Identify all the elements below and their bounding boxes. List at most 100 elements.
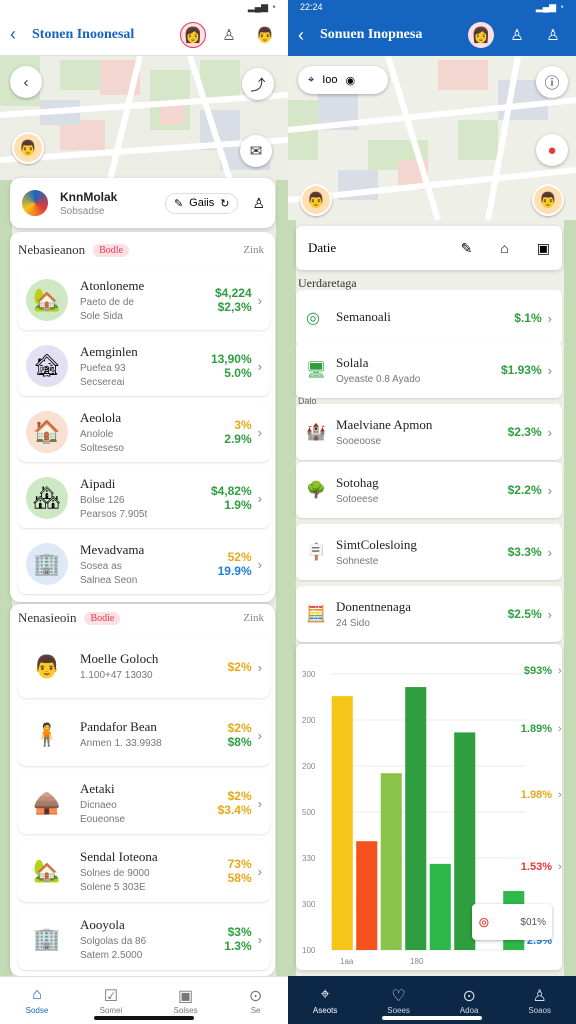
profile-action-button[interactable]: ✎ Gaiis ↻ bbox=[164, 192, 239, 214]
chevron-right-icon[interactable]: › bbox=[548, 363, 552, 378]
chevron-right-icon[interactable]: › bbox=[548, 607, 552, 622]
home-outline-icon[interactable]: ⌂ bbox=[500, 240, 508, 256]
item-title: Atonloneme bbox=[80, 278, 145, 293]
item-text: Atonloneme Paeto de de Sole Sida bbox=[80, 278, 215, 322]
item-value: $2.5% bbox=[507, 607, 542, 621]
list-item[interactable]: 🏡 Atonloneme Paeto de de Sole Sida $4,224 $2,… bbox=[18, 270, 270, 330]
chevron-right-icon[interactable]: › bbox=[258, 796, 262, 811]
back-fab-icon[interactable]: ‹ bbox=[10, 66, 42, 98]
nav-icon: ▣ bbox=[178, 988, 194, 1005]
row-icon: 🏰 bbox=[306, 424, 326, 441]
profile-name: KnnMolak bbox=[60, 189, 118, 204]
list-item[interactable]: 🏚 Aemginlen Puefea 93 Secsereai 13,90% 5.0% › bbox=[18, 336, 270, 396]
chart-value-label: 1.98% bbox=[521, 789, 552, 801]
item-title: Sendal Ioteona bbox=[80, 849, 158, 864]
list-item[interactable]: 🪧 SimtColesloing Sohneste $3.3% › bbox=[296, 524, 562, 580]
list-item[interactable]: 🏢 Aooyola Solgolas da 86 Satem 2.5000 $3% 1.3… bbox=[18, 908, 270, 970]
nav-item[interactable]: ☑ Somei bbox=[100, 986, 123, 1015]
item-line1: Solgolas da 86 bbox=[80, 936, 147, 947]
info-fab-icon[interactable]: ⓘ bbox=[536, 66, 568, 98]
nav-label: Aseots bbox=[312, 1005, 338, 1015]
list-item[interactable]: 🏰 Maelviane Apmon Sooeoose $2.3% › bbox=[296, 404, 562, 460]
section-link[interactable]: Zink bbox=[243, 612, 264, 624]
map-avatar-pin[interactable]: 👨 bbox=[532, 184, 564, 216]
house-icon: 🏠 bbox=[26, 411, 68, 453]
house-icon: 🛖 bbox=[26, 782, 68, 824]
list-item[interactable]: 🛖 Aetaki Dicnaeo Eoueonse $2% $3.4% › bbox=[18, 772, 270, 834]
map-avatar-pin[interactable]: 👨 bbox=[12, 132, 44, 164]
nav-item[interactable]: ⌂ Sodse bbox=[26, 986, 49, 1015]
nav-item[interactable]: ♡ Soees bbox=[387, 986, 410, 1015]
chevron-right-icon[interactable]: › bbox=[258, 864, 262, 879]
chevron-right-icon[interactable]: › bbox=[258, 359, 262, 374]
list-item[interactable]: 🏘 Aipadi Bolse 126 Pearsos 7.905t $4,82% 1.9%… bbox=[18, 468, 270, 528]
edit-pen-icon[interactable]: ✎ bbox=[461, 240, 473, 257]
list-item[interactable]: 🧮 Donentnenaga 24 Sido $2.5% › bbox=[296, 586, 562, 642]
share-fab-icon[interactable]: ⤴ bbox=[242, 68, 274, 100]
chevron-right-icon[interactable]: › bbox=[548, 483, 552, 498]
item-text: Maelviane Apmon Sooeoose bbox=[336, 417, 508, 447]
nav-item[interactable]: ♙ Soaos bbox=[528, 986, 551, 1015]
item-text: Mevadvama Sosea as Salnea Seon bbox=[80, 542, 218, 586]
user-icon[interactable]: ♙ bbox=[216, 22, 242, 48]
list-item[interactable]: 🏡 Sendal Ioteona Solnes de 9000 Solene 5 30… bbox=[18, 840, 270, 902]
map-avatar-pin[interactable]: 👨 bbox=[300, 184, 332, 216]
item-text: SimtColesloing Sohneste bbox=[336, 537, 508, 567]
chevron-right-icon[interactable]: › bbox=[548, 311, 552, 326]
profile-avatar-icon[interactable]: 👨 bbox=[252, 21, 278, 48]
refresh-icon: ↻ bbox=[220, 197, 230, 210]
y-tick-label: 200 bbox=[302, 762, 316, 771]
user-icon[interactable]: ♙ bbox=[252, 195, 265, 212]
list-item[interactable]: ◎ Semanoali $.1% › bbox=[296, 290, 562, 346]
nav-item[interactable]: ▣ Solses bbox=[174, 986, 198, 1015]
y-tick-label: 330 bbox=[302, 854, 316, 863]
y-tick-label: 300 bbox=[302, 670, 316, 679]
item-text: Sendal Ioteona Solnes de 9000 Solene 5 303… bbox=[80, 849, 228, 893]
row-icon: 🪧 bbox=[306, 544, 326, 561]
chevron-right-icon[interactable]: › bbox=[548, 545, 552, 560]
item-values: $2% $3.4% bbox=[218, 789, 252, 817]
house-icon: 🏡 bbox=[26, 279, 68, 321]
chat-fab-icon[interactable]: ✉ bbox=[240, 135, 272, 167]
chevron-right-icon[interactable]: › bbox=[258, 932, 262, 947]
list-item[interactable]: 🏢 Mevadvama Sosea as Salnea Seon 52% 19.9% › bbox=[18, 534, 270, 594]
avatar-icon[interactable]: 👩 bbox=[468, 22, 494, 48]
back-arrow-icon[interactable]: ‹ bbox=[10, 24, 16, 45]
chevron-right-icon[interactable]: › bbox=[258, 491, 262, 506]
list-item[interactable]: 🖥 Solala Oyeaste 0.8 Ayado $1.93% › bbox=[296, 342, 562, 398]
chevron-right-icon[interactable]: › bbox=[258, 293, 262, 308]
back-arrow-icon[interactable]: ‹ bbox=[298, 25, 304, 46]
chart-value-label: 1.89% bbox=[521, 723, 552, 735]
row-icon: 🖥 bbox=[306, 362, 327, 379]
chart-tooltip[interactable]: ⊚ $01% bbox=[472, 904, 552, 940]
app-logo-icon bbox=[20, 188, 50, 218]
chevron-right-icon[interactable]: › bbox=[258, 728, 262, 743]
add-user-icon[interactable]: ♙ bbox=[504, 22, 530, 48]
list-item[interactable]: 🧍 Pandafor Bean Anmen 1. 33.9938 $2% $8% › bbox=[18, 704, 270, 766]
y-tick-label: 200 bbox=[302, 716, 316, 725]
chevron-right-icon[interactable]: › bbox=[548, 425, 552, 440]
section-link[interactable]: Zink bbox=[243, 244, 264, 256]
item-title: Semanoali bbox=[336, 308, 391, 324]
notification-user-icon[interactable]: ♙ bbox=[540, 22, 566, 48]
list-item[interactable]: 🏠 Aeolola Anolole Solteseso 3% 2.9% › bbox=[18, 402, 270, 462]
nav-item[interactable]: ⊙ Se bbox=[249, 986, 262, 1015]
nav-item[interactable]: ⌖ Aseots bbox=[313, 986, 337, 1015]
list-item[interactable]: 👨 Moelle Goloch 1.100+47 13030 $2% › bbox=[18, 636, 270, 698]
nav-item[interactable]: ⊙ Adoa bbox=[460, 986, 479, 1015]
gallery-icon[interactable]: ▣ bbox=[537, 240, 550, 257]
item-value-secondary: 58% bbox=[227, 871, 252, 885]
chevron-right-icon[interactable]: › bbox=[258, 557, 262, 572]
chevron-right-icon[interactable]: › bbox=[258, 660, 262, 675]
item-text: Aetaki Dicnaeo Eoueonse bbox=[80, 781, 218, 825]
tooltip-value: $01% bbox=[520, 916, 546, 928]
item-title: Aooyola bbox=[80, 917, 125, 932]
house-icon: 🏘 bbox=[26, 477, 68, 519]
avatar-icon[interactable]: 👩 bbox=[180, 21, 206, 48]
item-line2: Eoueonse bbox=[80, 814, 126, 825]
map-search-chip[interactable]: ⌖ Ioo ◉ bbox=[298, 66, 388, 94]
alert-fab-icon[interactable]: ● bbox=[536, 134, 568, 166]
item-value-secondary: 19.9% bbox=[217, 564, 252, 578]
chevron-right-icon[interactable]: › bbox=[258, 425, 262, 440]
list-item[interactable]: 🌳 Sotohag Sotoeese $2.2% › bbox=[296, 462, 562, 518]
